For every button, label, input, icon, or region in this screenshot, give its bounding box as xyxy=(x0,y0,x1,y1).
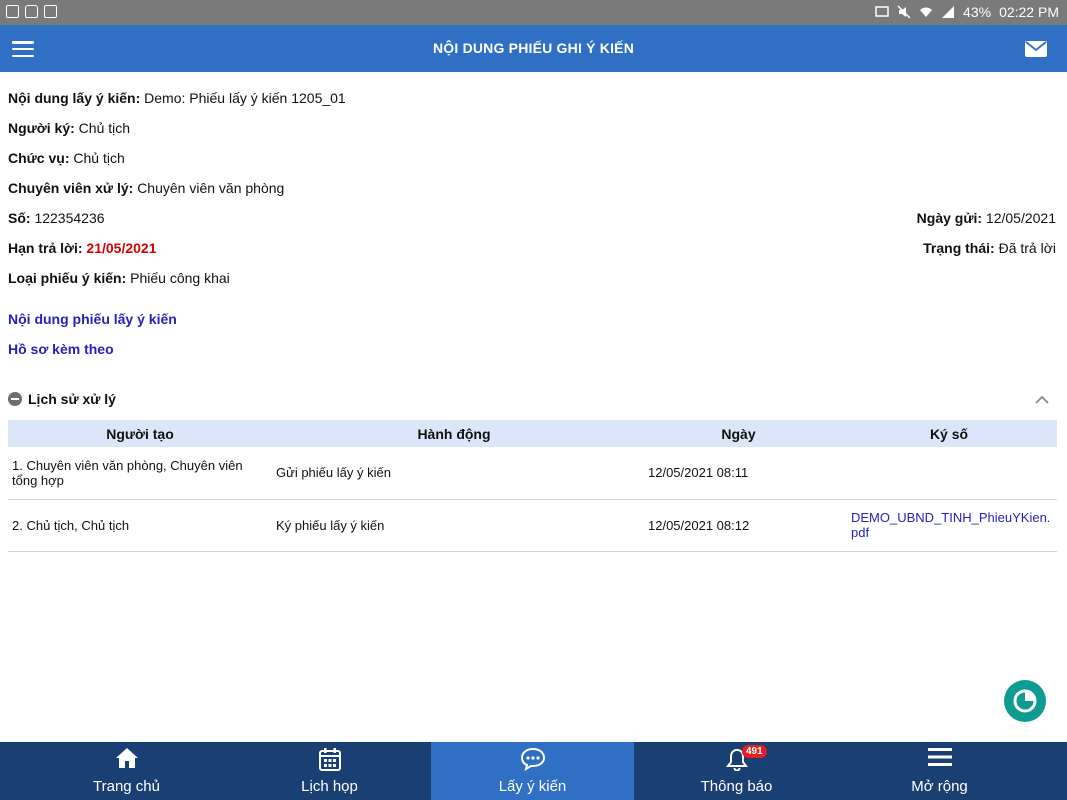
label-trang-thai: Trạng thái: xyxy=(923,240,995,256)
table-row: 2. Chủ tịch, Chủ tịch Ký phiếu lấy ý kiế… xyxy=(8,499,1057,552)
value-nguoi-ky: Chủ tịch xyxy=(78,120,131,136)
label-han-tra-loi: Hạn trả lời: xyxy=(8,240,83,256)
info-trang-thai: Trạng thái: Đã trả lời xyxy=(923,240,1056,256)
cell-ngay: 12/05/2021 08:12 xyxy=(636,499,841,552)
status-bar: 43% 02:22 PM xyxy=(0,0,1067,25)
info-ngay-gui: Ngày gửi: 12/05/2021 xyxy=(917,210,1056,226)
info-nguoi-ky: Người ký: Chủ tịch xyxy=(8,120,130,136)
mute-icon xyxy=(897,5,911,19)
history-section-header[interactable]: Lịch sử xử lý xyxy=(8,391,116,407)
value-chuyen-vien: Chuyên viên văn phòng xyxy=(137,180,285,196)
chevron-up-icon[interactable] xyxy=(1035,395,1049,404)
mail-icon[interactable] xyxy=(1025,41,1047,57)
cell-hanh-dong: Ký phiếu lấy ý kiến xyxy=(272,499,636,552)
cell-nguoi-tao: 2. Chủ tịch, Chủ tịch xyxy=(8,499,272,552)
battery-level: 43% xyxy=(963,4,992,20)
label-ngay-gui: Ngày gửi: xyxy=(916,210,983,226)
cell-ky-so: DEMO_UBND_TINH_PhieuYKien.pdf xyxy=(841,499,1057,552)
nav-trang-chu[interactable]: Trang chủ xyxy=(25,742,228,800)
notification-icons xyxy=(6,5,57,18)
value-trang-thai: Đã trả lời xyxy=(998,240,1056,256)
home-icon xyxy=(115,748,138,768)
nav-label: Thông báo xyxy=(700,778,773,795)
value-han-tra-loi: 21/05/2021 xyxy=(86,240,157,256)
nav-thong-bao[interactable]: 491 Thông báo xyxy=(635,742,838,800)
info-han-tra-loi: Hạn trả lời: 21/05/2021 xyxy=(8,240,157,256)
history-title: Lịch sử xử lý xyxy=(28,391,116,407)
nav-lay-y-kien[interactable]: Lấy ý kiến xyxy=(431,742,634,800)
cell-ky-so xyxy=(841,447,1057,500)
value-ngay-gui: 12/05/2021 xyxy=(985,210,1056,226)
value-loai-phieu: Phiếu công khai xyxy=(130,270,230,286)
label-noi-dung: Nội dung lấy ý kiến: xyxy=(8,90,141,106)
col-ky-so: Ký số xyxy=(841,420,1057,447)
nav-mo-rong[interactable]: Mở rộng xyxy=(838,742,1041,800)
table-row: 1. Chuyên viên văn phòng, Chuyên viên tổ… xyxy=(8,447,1057,500)
label-chuyen-vien: Chuyên viên xử lý: xyxy=(8,180,134,196)
nav-label: Trang chủ xyxy=(93,778,160,795)
value-chuc-vu: Chủ tịch xyxy=(73,150,125,166)
info-loai-phieu: Loại phiếu ý kiến: Phiếu công khai xyxy=(8,270,230,286)
label-so: Số: xyxy=(8,210,31,226)
info-noi-dung: Nội dung lấy ý kiến: Demo: Phiếu lấy ý k… xyxy=(8,90,346,106)
page-title: NỘI DUNG PHIẾU GHI Ý KIẾN xyxy=(432,40,635,56)
nav-lich-hop[interactable]: Lịch họp xyxy=(228,742,431,800)
cast-icon xyxy=(875,6,889,17)
col-ngay: Ngày xyxy=(636,420,841,447)
gallery-icon xyxy=(6,5,19,18)
calendar-notification-icon xyxy=(44,5,57,18)
chat-icon xyxy=(520,747,545,771)
collapse-minus-icon[interactable] xyxy=(8,392,22,406)
value-noi-dung: Demo: Phiếu lấy ý kiến 1205_01 xyxy=(144,90,346,106)
link-noi-dung-phieu[interactable]: Nội dung phiếu lấy ý kiến xyxy=(8,311,177,327)
cell-nguoi-tao: 1. Chuyên viên văn phòng, Chuyên viên tổ… xyxy=(8,447,272,500)
info-chuc-vu: Chức vụ: Chủ tịch xyxy=(8,150,125,166)
history-table-header: Người tạo Hành động Ngày Ký số xyxy=(8,420,1057,447)
nav-label: Mở rộng xyxy=(911,778,968,795)
col-nguoi-tao: Người tạo xyxy=(8,420,272,447)
col-hanh-dong: Hành động xyxy=(272,420,636,447)
cell-hanh-dong: Gửi phiếu lấy ý kiến xyxy=(272,447,636,500)
label-loai-phieu: Loại phiếu ý kiến: xyxy=(8,270,127,286)
menu-icon xyxy=(927,748,952,766)
app-bar: NỘI DUNG PHIẾU GHI Ý KIẾN xyxy=(0,25,1067,72)
wifi-icon xyxy=(920,7,933,17)
link-ho-so-kem-theo[interactable]: Hồ sơ kèm theo xyxy=(8,341,114,357)
info-so: Số: 122354236 xyxy=(8,210,105,226)
nav-label: Lịch họp xyxy=(301,778,358,795)
history-table: Người tạo Hành động Ngày Ký số 1. Chuyên… xyxy=(8,420,1057,552)
pie-chart-icon xyxy=(1013,689,1037,713)
cell-ngay: 12/05/2021 08:11 xyxy=(636,447,841,500)
bottom-navigation: Trang chủ Lịch họp Lấy ý kiến 491 Thông … xyxy=(0,742,1067,800)
label-nguoi-ky: Người ký: xyxy=(8,120,75,136)
value-so: 122354236 xyxy=(34,210,105,226)
info-chuyen-vien: Chuyên viên xử lý: Chuyên viên văn phòng xyxy=(8,180,284,196)
bag-icon xyxy=(25,5,38,18)
nav-label: Lấy ý kiến xyxy=(498,778,567,795)
signal-icon xyxy=(942,6,955,18)
system-icons: 43% 02:22 PM xyxy=(875,4,1059,20)
notification-badge: 491 xyxy=(742,745,767,758)
calendar-icon xyxy=(318,748,341,771)
floating-chart-button[interactable] xyxy=(1004,680,1046,722)
label-chuc-vu: Chức vụ: xyxy=(8,150,70,166)
signed-file-link[interactable]: DEMO_UBND_TINH_PhieuYKien.pdf xyxy=(851,510,1050,540)
clock: 02:22 PM xyxy=(999,4,1059,20)
